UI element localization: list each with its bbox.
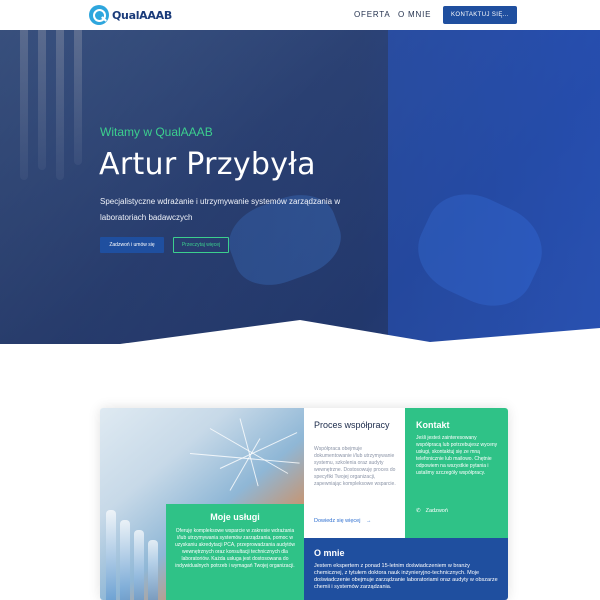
services-text: Oferuję kompleksowe wsparcie w zakresie … <box>174 528 296 569</box>
phone-icon: ✆ <box>416 508 421 514</box>
vial-decoration <box>106 510 116 600</box>
call-button[interactable]: Zadzwoń i umów się <box>100 237 164 253</box>
read-more-button[interactable]: Przeczytaj więcej <box>173 237 229 253</box>
magnifier-logo-icon <box>89 5 109 25</box>
call-link[interactable]: ✆ Zadzwoń <box>416 508 448 514</box>
process-text: Współpraca obejmuje dokumentowanie i/lub… <box>314 446 396 487</box>
process-card: Proces współpracy Współpraca obejmuje do… <box>304 408 405 538</box>
vial-decoration <box>120 520 130 600</box>
navbar: QualAAAB OFERTA O MNIE KONTAKTUJ SIĘ... <box>0 0 600 30</box>
nav-link-oferta[interactable]: OFERTA <box>354 10 391 19</box>
hero-description: Specjalistyczne wdrażanie i utrzymywanie… <box>100 197 341 222</box>
hero-welcome: Witamy w QualAAAB <box>100 125 213 139</box>
process-title: Proces współpracy <box>314 420 390 430</box>
vial-decoration <box>134 530 144 600</box>
services-grid: Moje usługi Oferuję kompleksowe wsparcie… <box>100 408 508 600</box>
contact-text: Jeśli jesteś zainteresowany współpracą l… <box>416 435 498 476</box>
logo-text: QualAAAB <box>112 8 172 22</box>
about-card: O mnie Jestem ekspertem z ponad 15-letni… <box>304 538 508 600</box>
nav-link-o-mnie[interactable]: O MNIE <box>398 10 431 19</box>
hero-title: Artur Przybyła <box>99 147 316 182</box>
services-title: Moje usługi <box>210 512 260 522</box>
logo[interactable]: QualAAAB <box>89 5 172 25</box>
hero-section: Witamy w QualAAAB Artur Przybyła Specjal… <box>0 30 600 356</box>
contact-card: Kontakt Jeśli jesteś zainteresowany wspó… <box>405 408 508 538</box>
contact-title: Kontakt <box>416 420 450 430</box>
about-text: Jestem ekspertem z ponad 15-letnim doświ… <box>314 563 498 590</box>
call-label: Zadzwoń <box>425 508 448 514</box>
contact-button[interactable]: KONTAKTUJ SIĘ... <box>443 6 517 24</box>
hero-wave-divider <box>0 320 600 356</box>
hero-side-panel <box>388 30 600 356</box>
learn-more-label: Dowiedz się więcej <box>314 518 361 524</box>
arrow-right-icon: → <box>366 518 372 524</box>
about-title: O mnie <box>314 548 345 558</box>
learn-more-link[interactable]: Dowiedz się więcej → <box>314 518 372 524</box>
vial-decoration <box>148 540 158 600</box>
services-card: Moje usługi Oferuję kompleksowe wsparcie… <box>166 504 304 600</box>
